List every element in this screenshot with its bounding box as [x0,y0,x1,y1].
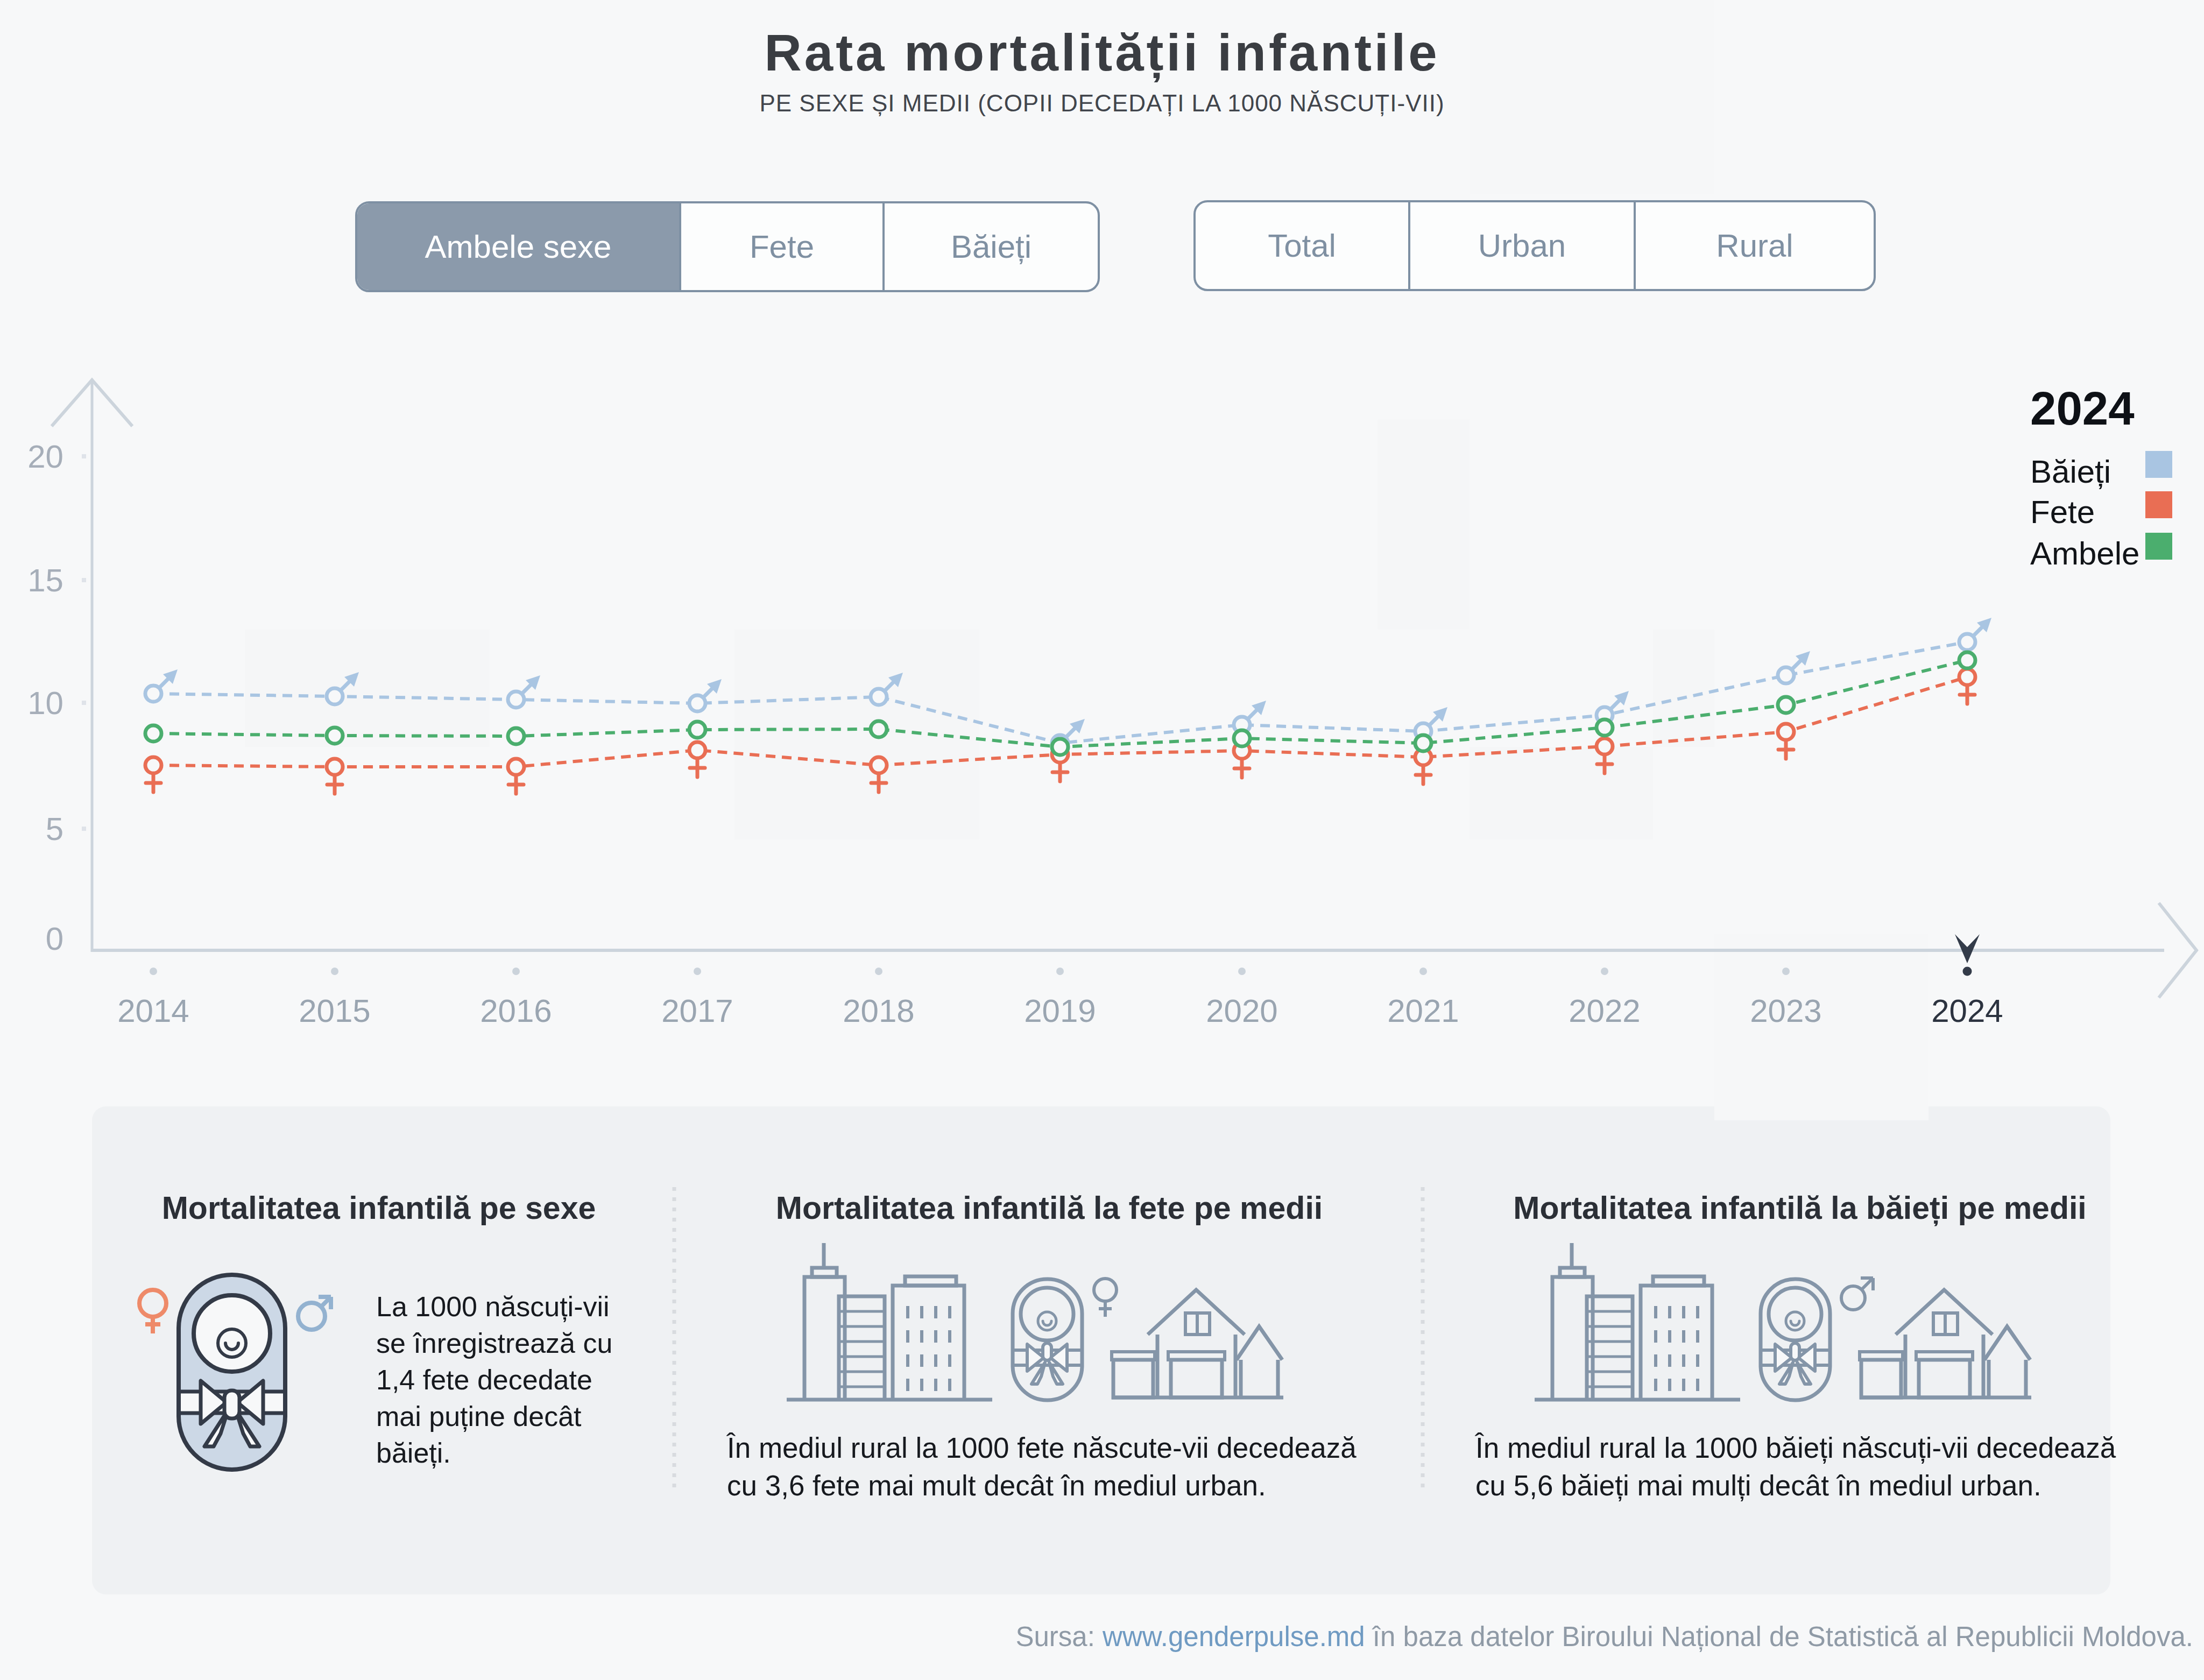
svg-text:Băieți: Băieți [2030,454,2111,490]
svg-text:2024: 2024 [2030,382,2135,434]
svg-text:Ambele: Ambele [2030,535,2139,571]
svg-text:Fete: Fete [2030,494,2095,530]
svg-text:2016: 2016 [480,993,552,1029]
svg-text:2015: 2015 [299,993,370,1029]
svg-text:2022: 2022 [1569,993,1640,1029]
svg-text:2021: 2021 [1387,993,1459,1029]
svg-text:0: 0 [46,921,63,957]
svg-text:2020: 2020 [1206,993,1277,1029]
svg-text:2014: 2014 [117,993,189,1029]
svg-text:2023: 2023 [1750,993,1821,1029]
svg-text:2017: 2017 [661,993,733,1029]
svg-text:10: 10 [27,685,63,721]
svg-text:2018: 2018 [843,993,914,1029]
svg-text:15: 15 [27,562,63,598]
svg-text:5: 5 [46,811,63,847]
svg-text:2024: 2024 [1931,993,2003,1029]
svg-text:2019: 2019 [1024,993,1096,1029]
svg-text:20: 20 [27,439,63,475]
